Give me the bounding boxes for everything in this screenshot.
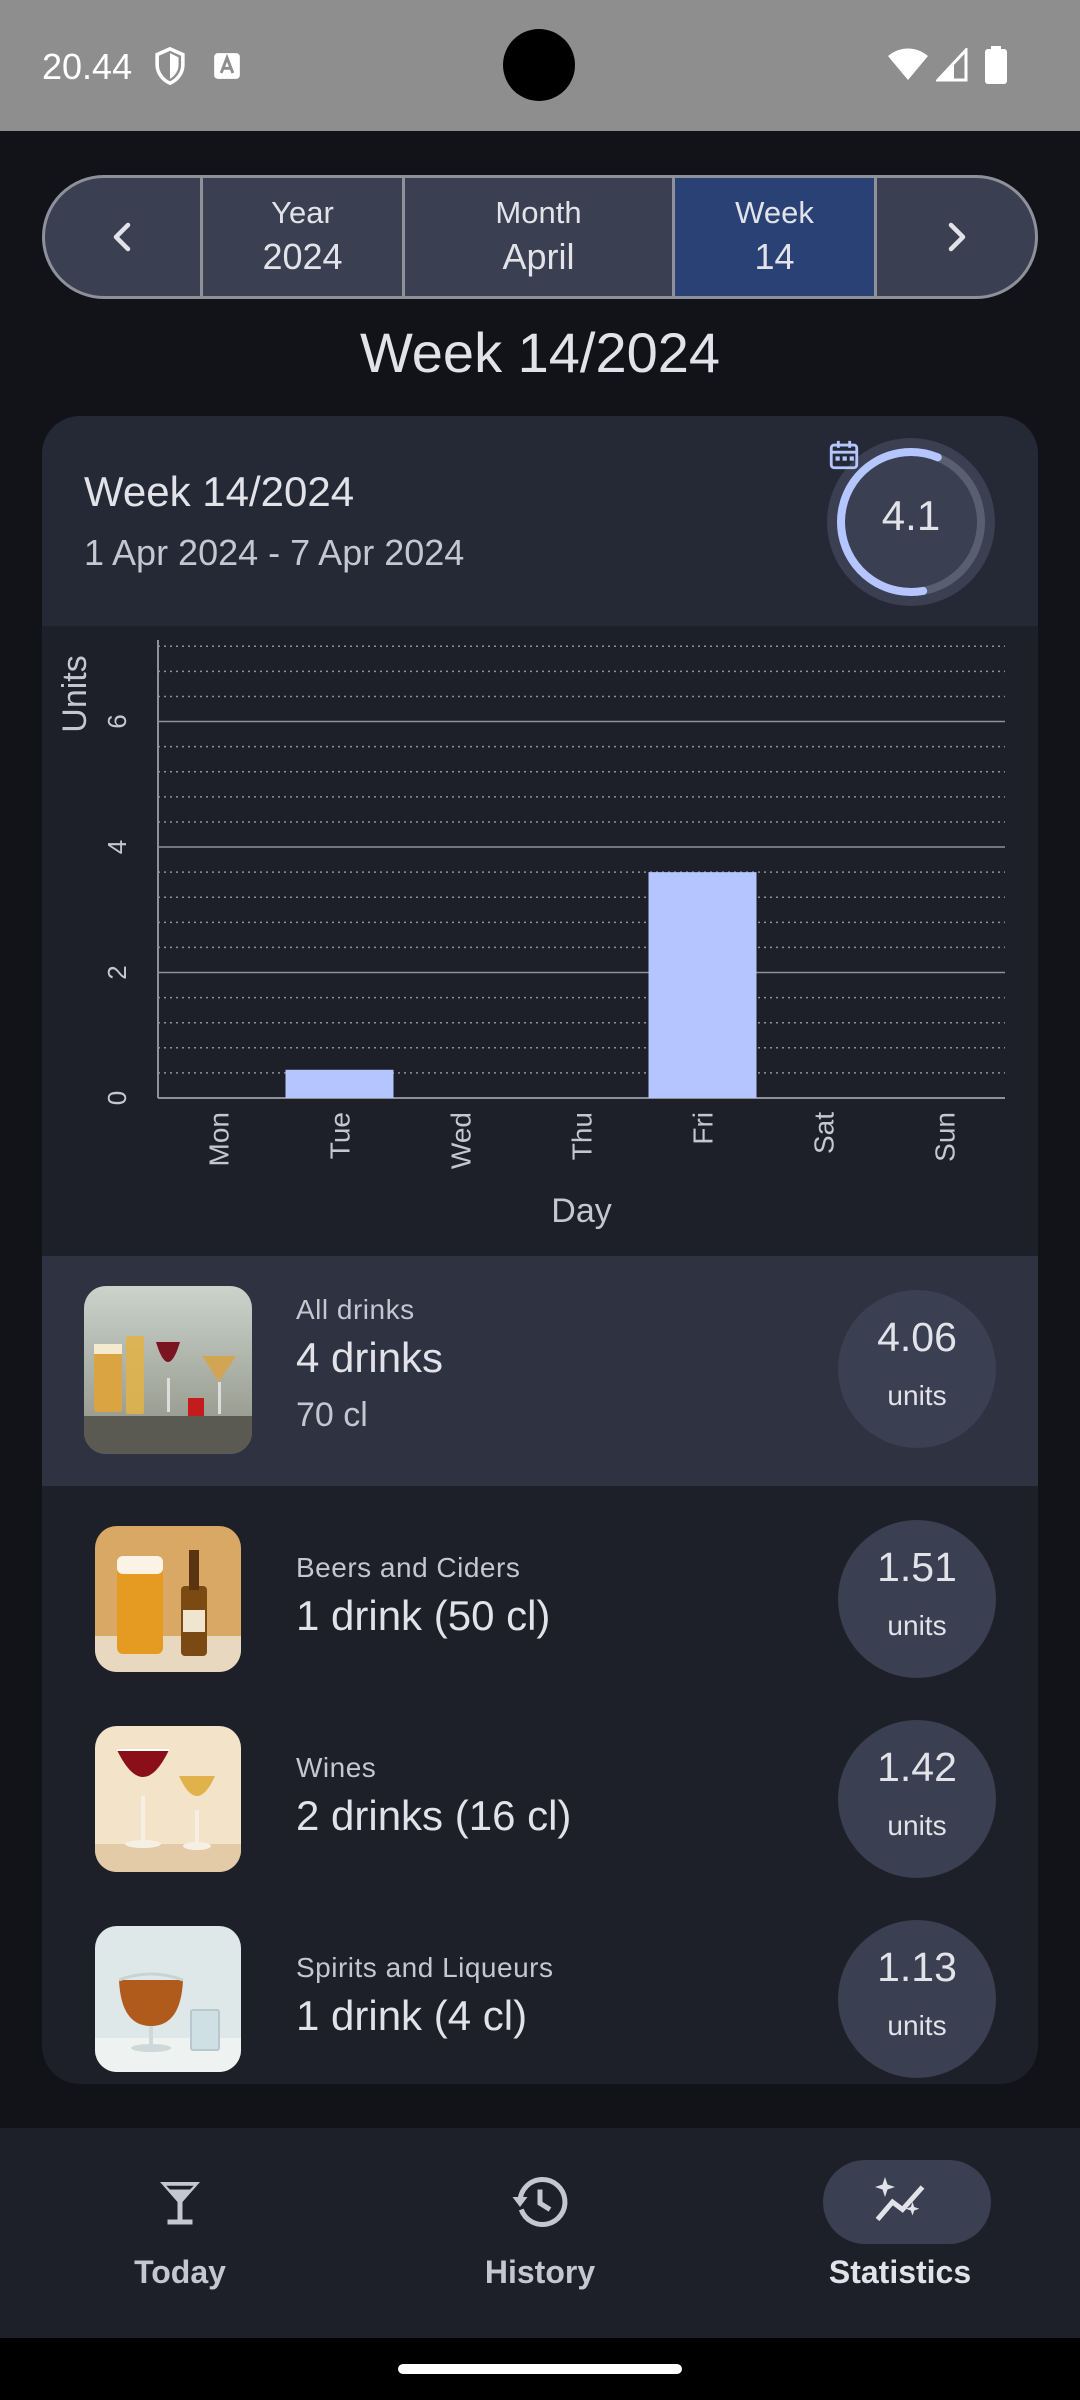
nav-statistics-label: Statistics — [828, 2254, 972, 2290]
status-bar: 20.44 — [0, 0, 1080, 131]
category-drinks: 2 drinks (16 cl) — [296, 1792, 572, 1839]
category-units-badge: 1.42 units — [838, 1720, 996, 1878]
all-drinks-units-badge: 4.06 units — [838, 1290, 996, 1448]
weekly-units-gauge: 4.1 — [827, 438, 995, 606]
x-tick-label: Sun — [930, 1112, 961, 1162]
y-tick-label: 0 — [102, 1091, 132, 1105]
units-label: units — [887, 1810, 947, 1841]
y-tick-label: 2 — [102, 965, 132, 979]
spirits-image — [95, 1926, 241, 2072]
category-caption: Beers and Ciders — [296, 1552, 521, 1583]
units-label: units — [887, 1610, 947, 1641]
page-title: Week 14/2024 — [359, 321, 721, 384]
category-drinks: 1 drink (50 cl) — [296, 1592, 551, 1639]
category-caption: Wines — [296, 1752, 377, 1783]
history-icon — [512, 2177, 568, 2227]
category-row-wines[interactable]: Wines 2 drinks (16 cl) 1.42 units — [42, 1706, 1038, 1906]
gesture-handle[interactable] — [398, 2364, 682, 2374]
segment-year[interactable]: Year 2024 — [203, 178, 405, 296]
gauge-value: 4.1 — [881, 492, 941, 539]
x-tick-label: Tue — [325, 1112, 356, 1159]
all-drinks-row[interactable]: All drinks 4 drinks 70 cl 4.06 units — [42, 1256, 1038, 1486]
category-caption: Spirits and Liqueurs — [296, 1952, 554, 1983]
category-drinks: 1 drink (4 cl) — [296, 1992, 528, 2039]
y-tick-label: 6 — [102, 714, 132, 728]
font-a-icon — [214, 53, 240, 79]
category-units-badge: 1.51 units — [838, 1520, 996, 1678]
all-drinks-caption: All drinks — [296, 1294, 415, 1325]
bar-chart-svg: 0 2 4 6 Units Mon Tue Wed Thu Fri Sat Sun Day — [56, 640, 1005, 1230]
summary-header: Week 14/2024 1 Apr 2024 - 7 Apr 2024 4.1 — [42, 416, 1038, 626]
segment-week-value: 14 — [754, 236, 795, 277]
x-axis-label: Day — [551, 1192, 611, 1230]
x-tick-label: Wed — [446, 1112, 477, 1169]
cocktail-glass-icon — [160, 2182, 200, 2225]
units-value: 1.42 — [877, 1744, 957, 1790]
segment-year-value: 2024 — [262, 236, 343, 277]
all-drinks-volume: 70 cl — [296, 1396, 368, 1434]
segment-month-label: Month — [495, 195, 582, 230]
summary-title: Week 14/2024 — [84, 468, 355, 515]
nav-today-label: Today — [134, 2254, 226, 2290]
status-time: 20.44 — [42, 46, 133, 87]
x-tick-label: Mon — [204, 1112, 235, 1166]
sparkle-chart-icon — [875, 2177, 925, 2222]
y-axis-label: Units — [56, 655, 94, 732]
nav-history[interactable]: History — [360, 2128, 720, 2338]
x-tick-label: Fri — [688, 1112, 719, 1145]
units-value: 1.13 — [877, 1944, 957, 1990]
units-label: units — [887, 1380, 947, 1411]
y-tick-label: 4 — [102, 840, 132, 854]
bottom-navigation: Today History Statistics — [0, 2128, 1080, 2338]
summary-date-range: 1 Apr 2024 - 7 Apr 2024 — [84, 532, 465, 573]
next-period-button[interactable] — [877, 178, 1035, 296]
bar-fri — [648, 872, 757, 1098]
category-units-badge: 1.13 units — [838, 1920, 996, 2078]
all-drinks-count: 4 drinks — [296, 1334, 444, 1381]
units-label: units — [887, 2010, 947, 2041]
nav-statistics[interactable]: Statistics — [720, 2128, 1080, 2338]
units-per-day-chart: 0 2 4 6 Units Mon Tue Wed Thu Fri Sat Sun Day — [42, 626, 1038, 1256]
category-row-beers[interactable]: Beers and Ciders 1 drink (50 cl) 1.51 un… — [42, 1506, 1038, 1706]
statistics-card: Week 14/2024 1 Apr 2024 - 7 Apr 2024 4.1… — [42, 416, 1038, 2084]
all-drinks-image — [84, 1286, 252, 1454]
segment-week-label: Week — [735, 195, 814, 230]
nav-today[interactable]: Today — [0, 2128, 360, 2338]
segment-week[interactable]: Week 14 — [675, 178, 877, 296]
chevron-left-icon — [113, 222, 130, 252]
shield-icon — [155, 46, 185, 86]
bar-tue — [285, 1069, 394, 1098]
camera-cutout — [503, 29, 575, 101]
x-tick-label: Sat — [809, 1112, 840, 1154]
beer-image — [95, 1526, 241, 1672]
previous-period-button[interactable] — [45, 178, 203, 296]
battery-icon — [985, 46, 1007, 84]
signal-icon — [936, 48, 968, 82]
calendar-icon — [829, 440, 859, 470]
x-tick-label: Thu — [567, 1112, 598, 1160]
nav-history-label: History — [484, 2254, 596, 2290]
units-value: 4.06 — [877, 1314, 957, 1360]
period-selector: Year 2024 Month April Week 14 — [42, 175, 1038, 299]
segment-year-label: Year — [271, 195, 334, 230]
wifi-icon — [888, 48, 928, 80]
units-value: 1.51 — [877, 1544, 957, 1590]
category-row-spirits[interactable]: Spirits and Liqueurs 1 drink (4 cl) 1.13… — [42, 1906, 1038, 2084]
segment-month-value: April — [502, 236, 575, 277]
wine-image — [95, 1726, 241, 1872]
chevron-right-icon — [948, 222, 966, 252]
segment-month[interactable]: Month April — [405, 178, 675, 296]
